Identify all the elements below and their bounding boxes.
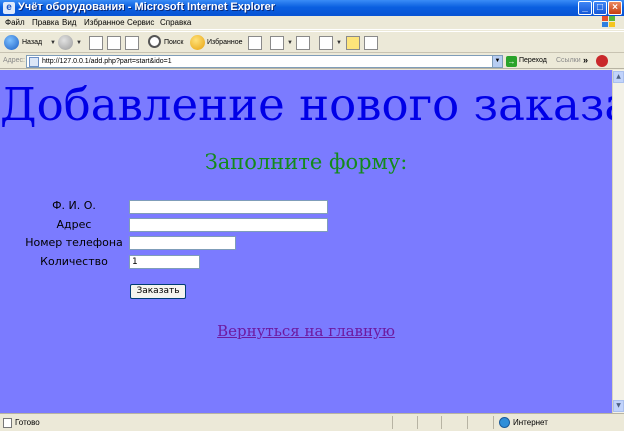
windows-logo-icon (602, 16, 615, 27)
minimize-button[interactable]: _ (578, 1, 592, 15)
quantity-input[interactable] (129, 255, 200, 269)
quantity-label: Количество (40, 255, 108, 268)
menu-file[interactable]: Файл (5, 18, 25, 27)
security-zone-text: Интернет (513, 418, 548, 427)
order-submit-button[interactable]: Заказать (130, 284, 186, 299)
mail-icon[interactable] (270, 36, 284, 50)
favorites-button[interactable]: Избранное (190, 35, 244, 51)
toolbar: Назад ▼ ▼ Поиск Избранное ▼ ▼ (0, 31, 624, 53)
menu-favorites[interactable]: Избранное (84, 18, 125, 27)
back-to-home-link[interactable]: Вернуться на главную (0, 322, 612, 340)
chevron-down-icon: ▼ (76, 40, 82, 46)
menu-edit[interactable]: Правка (32, 18, 59, 27)
window-title-bar[interactable]: e Учёт оборудования - Microsoft Internet… (0, 0, 624, 16)
links-label[interactable]: Ссылки (556, 57, 581, 64)
go-arrow-icon[interactable]: → (506, 56, 517, 67)
address-field-input[interactable] (129, 218, 328, 232)
menu-view[interactable]: Вид (62, 18, 76, 27)
address-label: Адрес: (3, 57, 25, 64)
messenger-icon[interactable] (364, 36, 378, 50)
home-icon[interactable] (125, 36, 139, 50)
print-icon[interactable] (296, 36, 310, 50)
menu-bar: Файл Правка Вид Избранное Сервис Справка (0, 16, 624, 30)
forward-arrow-icon (58, 35, 73, 50)
internet-zone-globe-icon (499, 417, 510, 428)
fio-label: Ф. И. О. (52, 199, 96, 212)
menu-help[interactable]: Справка (160, 18, 191, 27)
forward-button[interactable]: ▼ (58, 35, 82, 51)
scroll-down-icon[interactable]: ▼ (613, 400, 624, 412)
phone-input[interactable] (129, 236, 236, 250)
page-title: Добавление нового заказа (0, 78, 612, 131)
address-input[interactable]: http://127.0.0.1/add.php?part=start&ido=… (26, 55, 503, 68)
status-divider (392, 416, 393, 429)
status-divider (441, 416, 442, 429)
chevron-down-icon: ▼ (287, 40, 293, 46)
address-field-label: Адрес (56, 218, 92, 231)
antivirus-icon[interactable] (596, 55, 608, 67)
menu-tools[interactable]: Сервис (127, 18, 154, 27)
close-button[interactable]: × (608, 1, 622, 15)
favorites-label: Избранное (207, 39, 243, 46)
status-divider (467, 416, 468, 429)
page-subtitle: Заполните форму: (204, 150, 408, 174)
edit-icon[interactable] (319, 36, 333, 50)
vertical-scrollbar[interactable]: ▲ ▼ (612, 70, 624, 413)
address-dropdown-icon[interactable]: ▼ (492, 55, 503, 68)
links-chevron-icon[interactable]: » (583, 55, 588, 65)
back-arrow-icon (4, 35, 19, 50)
go-button[interactable]: Переход (519, 57, 547, 64)
page-status-icon (3, 418, 12, 428)
page-viewport: Добавление нового заказа Заполните форму… (0, 70, 612, 413)
phone-label: Номер телефона (25, 236, 123, 249)
back-button[interactable]: Назад ▼ (4, 35, 56, 51)
search-button[interactable]: Поиск (148, 35, 188, 51)
status-divider (417, 416, 418, 429)
ie-icon: e (3, 2, 15, 14)
status-bar: Готово Интернет (0, 413, 624, 431)
window-title: Учёт оборудования - Microsoft Internet E… (18, 1, 276, 13)
scroll-up-icon[interactable]: ▲ (613, 71, 624, 83)
maximize-button[interactable]: □ (593, 1, 607, 15)
status-divider (493, 416, 494, 429)
fio-input[interactable] (129, 200, 328, 214)
refresh-icon[interactable] (107, 36, 121, 50)
favorites-star-icon (190, 35, 205, 50)
history-icon[interactable] (248, 36, 262, 50)
back-label: Назад (22, 39, 43, 46)
chevron-down-icon: ▼ (50, 40, 56, 46)
search-label: Поиск (164, 39, 184, 46)
discuss-icon[interactable] (346, 36, 360, 50)
address-bar: Адрес: http://127.0.0.1/add.php?part=sta… (0, 53, 624, 69)
page-icon (29, 57, 39, 67)
search-icon (148, 35, 161, 48)
address-url[interactable]: http://127.0.0.1/add.php?part=start&ido=… (42, 58, 172, 65)
status-text: Готово (15, 418, 40, 427)
stop-icon[interactable] (89, 36, 103, 50)
chevron-down-icon: ▼ (336, 40, 342, 46)
